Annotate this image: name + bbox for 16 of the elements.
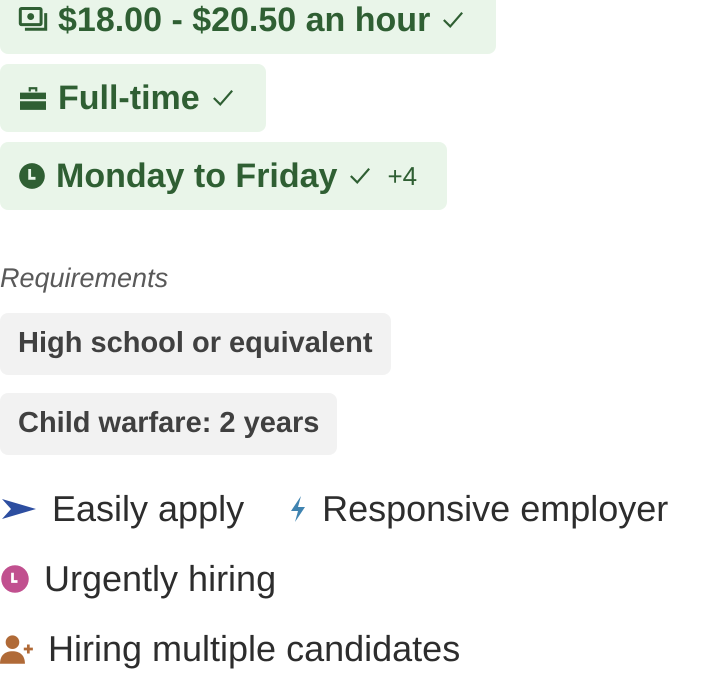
clock-icon	[18, 162, 46, 190]
requirement-tag: Child warfare: 2 years	[0, 392, 338, 454]
feature-label: Responsive employer	[322, 486, 668, 530]
feature-label: Hiring multiple candidates	[48, 626, 460, 670]
section-heading: Requirements	[0, 262, 168, 295]
feature-label: Easily apply	[52, 486, 244, 530]
clock-icon	[0, 564, 30, 594]
more-count: +4	[387, 160, 418, 192]
arrow-icon	[0, 496, 38, 520]
feature-label: Urgently hiring	[44, 556, 276, 600]
tag-label: Full-time	[58, 78, 200, 118]
requirement-tag: High school or equivalent	[0, 312, 390, 374]
person-add-icon	[0, 634, 34, 664]
briefcase-icon	[18, 85, 48, 111]
tag-label: $18.00 - $20.50 an hour	[58, 0, 430, 40]
tag-label: Monday to Friday	[56, 156, 338, 196]
